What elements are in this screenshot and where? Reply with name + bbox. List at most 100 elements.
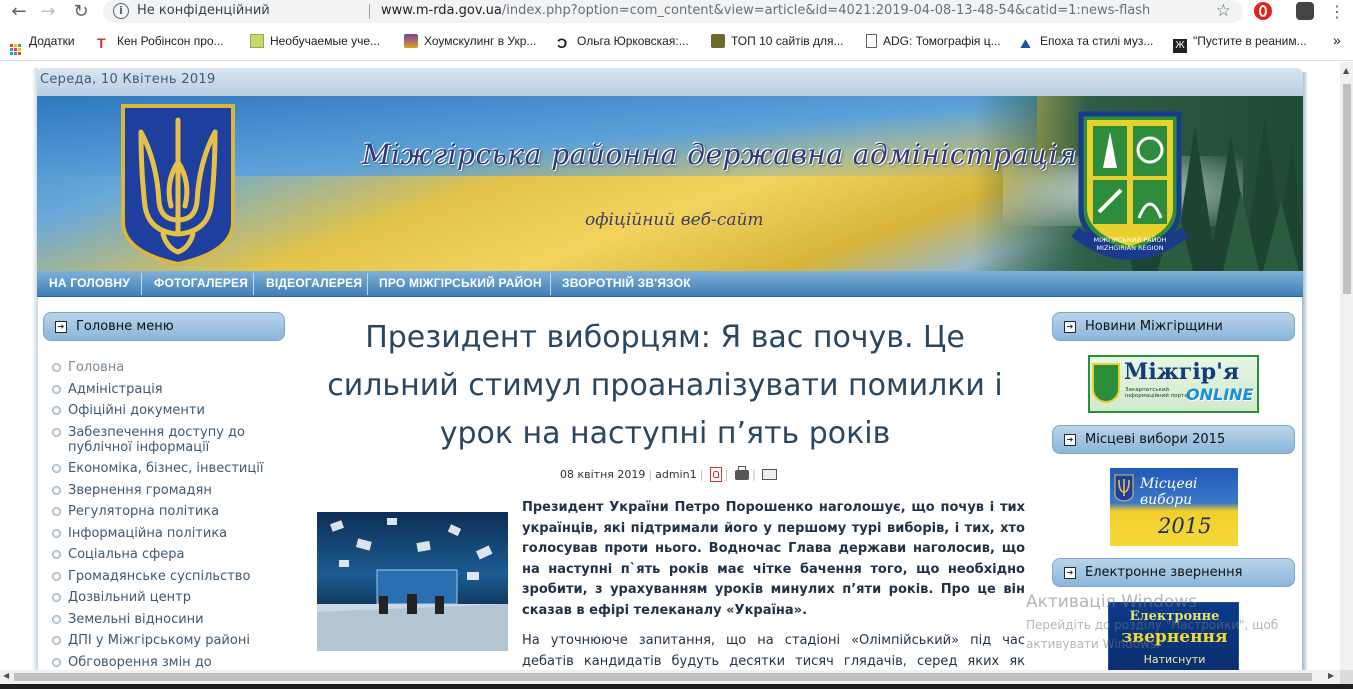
arrow-right-icon: ➔	[1064, 567, 1076, 579]
reload-icon[interactable]: ↻	[70, 1, 92, 23]
trident-icon	[1114, 474, 1134, 502]
article-date: 08 квітня 2019	[560, 468, 646, 481]
vertical-scrollbar[interactable]: ▲	[1340, 62, 1353, 670]
main-menu-list: Головна Адміністрація Офіційні документи…	[50, 360, 285, 670]
back-icon[interactable]: ←	[8, 1, 30, 23]
nav-divider	[550, 273, 551, 295]
article-title: Президент виборцям: Я вас почув. Це силь…	[327, 320, 1003, 451]
email-icon[interactable]	[762, 469, 778, 480]
nav-video-gallery[interactable]: ВІДЕОГАЛЕРЕЯ	[266, 276, 362, 290]
menu-item[interactable]: Обговорення змін до	[50, 655, 285, 670]
bookmark-item[interactable]: Хоумскулинг в Укр...	[404, 34, 536, 50]
nav-divider	[141, 273, 142, 295]
menu-item[interactable]: Регуляторна політика	[50, 504, 285, 519]
bookmark-apps[interactable]: Додатки	[10, 34, 75, 55]
bookmark-label: Кен Робінсон про...	[117, 34, 224, 48]
bookmark-label: Хоумскулинг в Укр...	[424, 34, 537, 48]
banner-title: Місцеві вибори	[1140, 476, 1198, 508]
horizontal-scroll-thumb[interactable]	[14, 673, 1312, 681]
web-page: Середа, 10 Квітень 2019 Міжгірська район…	[0, 62, 1340, 670]
article-photo	[317, 512, 508, 651]
site-favicon-icon	[250, 34, 264, 48]
nav-home[interactable]: НА ГОЛОВНУ	[49, 276, 130, 290]
info-icon[interactable]: i	[113, 3, 129, 19]
scroll-right-icon[interactable]: ▶	[1328, 671, 1334, 680]
menu-item[interactable]: ДПІ у Міжгірському районі	[50, 633, 285, 648]
bookmark-item[interactable]: ⛰ Епоха та стилі муз...	[1020, 34, 1154, 51]
menu-item[interactable]: Офіційні документи	[50, 403, 285, 418]
site-favicon-icon	[404, 34, 418, 48]
bookmark-item[interactable]: Необучаемые уче...	[250, 34, 380, 50]
bookmark-label: ТОП 10 сайтів для...	[731, 34, 844, 48]
banner-online-label: ONLINE	[1186, 385, 1254, 404]
menu-item[interactable]: Соціальна сфера	[50, 547, 285, 562]
mizhhirya-online-banner[interactable]: Міжгір'я Закарпатський інформаційний пор…	[1088, 355, 1259, 413]
menu-item[interactable]: Забезпечення доступу до публічної інформ…	[50, 425, 285, 455]
print-icon[interactable]	[735, 466, 750, 480]
vertical-scroll-thumb[interactable]	[1343, 84, 1351, 294]
main-menu-heading: ➔ Головне меню	[43, 312, 285, 341]
security-label: Не конфіденційний	[137, 3, 270, 18]
menu-item[interactable]: Економіка, бізнес, інвестиції	[50, 461, 285, 476]
appeal-module-heading: ➔ Електронне звернення	[1052, 558, 1295, 587]
nav-about-district[interactable]: ПРО МІЖГІРСЬКИЙ РАЙОН	[379, 276, 542, 290]
taskbar-edge	[0, 684, 1353, 689]
page-icon	[866, 34, 877, 48]
meta-divider: |	[752, 468, 756, 481]
bookmark-star-icon[interactable]: ☆	[1216, 1, 1231, 21]
site-subtitle: офіційний веб-сайт	[585, 210, 764, 230]
nav-feedback[interactable]: ЗВОРОТНІЙ ЗВ'ЯЗОК	[562, 276, 691, 290]
module-title: Головне меню	[76, 319, 174, 334]
banner-title: Міжгір'я	[1124, 359, 1240, 385]
menu-item[interactable]: Земельні відносини	[50, 612, 285, 627]
bookmark-item[interactable]: ADG: Томографія ц...	[866, 34, 1001, 50]
site-favicon-icon: Ͻ	[557, 35, 568, 51]
local-elections-banner[interactable]: Місцеві вибори 2015	[1110, 468, 1238, 546]
menu-item[interactable]: Адміністрація	[50, 382, 285, 397]
pdf-icon[interactable]	[709, 467, 722, 482]
site-title: Міжгірська районна державна адміністраці…	[362, 138, 1078, 171]
windows-activation-title: Активація Windows	[1026, 592, 1198, 612]
site-favicon-icon: ⛰	[1020, 36, 1031, 51]
horizontal-scrollbar[interactable]: ◀ ▶	[0, 670, 1340, 684]
profile-avatar[interactable]	[1296, 2, 1314, 20]
site-favicon-icon	[711, 34, 725, 48]
bookmark-label: Епоха та стилі муз...	[1040, 34, 1154, 48]
more-bookmarks-button[interactable]: »	[1333, 32, 1341, 48]
url-path: /index.php?option=com_content&view=artic…	[501, 3, 1151, 18]
nav-photo-gallery[interactable]: ФОТОГАЛЕРЕЯ	[154, 276, 248, 290]
banner-subtitle: Закарпатський інформаційний портал	[1125, 387, 1192, 399]
article-body: На уточнююче запитання, що на стадіоні «…	[522, 633, 1025, 669]
bookmarks-bar: Додатки T Кен Робінсон про... Необучаемые…	[0, 24, 1353, 61]
bookmark-item[interactable]: T Кен Робінсон про...	[97, 34, 224, 50]
menu-item-home[interactable]: Головна	[50, 360, 285, 375]
module-title: Новини Міжгірщини	[1085, 319, 1223, 334]
bookmark-label: Ольга Юрковская:...	[577, 34, 689, 48]
opera-extension-icon[interactable]	[1254, 2, 1272, 20]
main-navbar: НА ГОЛОВНУ ФОТОГАЛЕРЕЯ ВІДЕОГАЛЕРЕЯ ПРО …	[37, 271, 1303, 297]
nav-divider	[253, 273, 254, 295]
bookmark-label: Додатки	[29, 34, 75, 48]
article-author: admin1	[655, 468, 697, 481]
bookmark-item[interactable]: Ͻ Ольга Юрковская:...	[557, 34, 689, 50]
url-text[interactable]: www.m-rda.gov.ua/index.php?option=com_co…	[381, 3, 1150, 18]
article-lead: Президент України Петро Порошенко наголо…	[522, 500, 1025, 618]
menu-item[interactable]: Дозвільний центр	[50, 590, 285, 605]
address-bar[interactable]: i Не конфіденційний www.m-rda.gov.ua/ind…	[103, 0, 1243, 23]
omnibox-separator	[369, 4, 370, 19]
banner-click-label: Натиснути	[1143, 653, 1206, 666]
scroll-left-icon[interactable]: ◀	[3, 671, 9, 680]
scroll-up-icon[interactable]: ▲	[1343, 66, 1349, 75]
forward-icon[interactable]: →	[37, 1, 59, 23]
meta-divider: |	[648, 468, 653, 481]
bookmark-item[interactable]: Ж "Пустите в реаним...	[1173, 34, 1307, 53]
menu-kebab-icon[interactable]: ⋮	[1326, 1, 1348, 23]
menu-item[interactable]: Звернення громадян	[50, 483, 285, 498]
meta-divider: |	[724, 468, 729, 481]
menu-item[interactable]: Громадянське суспільство	[50, 569, 285, 584]
site-favicon-icon: Ж	[1173, 39, 1187, 53]
meta-divider: |	[699, 468, 704, 481]
menu-item[interactable]: Інформаційна політика	[50, 526, 285, 541]
arrow-right-icon: ➔	[55, 321, 67, 333]
bookmark-item[interactable]: ТОП 10 сайтів для...	[711, 34, 844, 50]
